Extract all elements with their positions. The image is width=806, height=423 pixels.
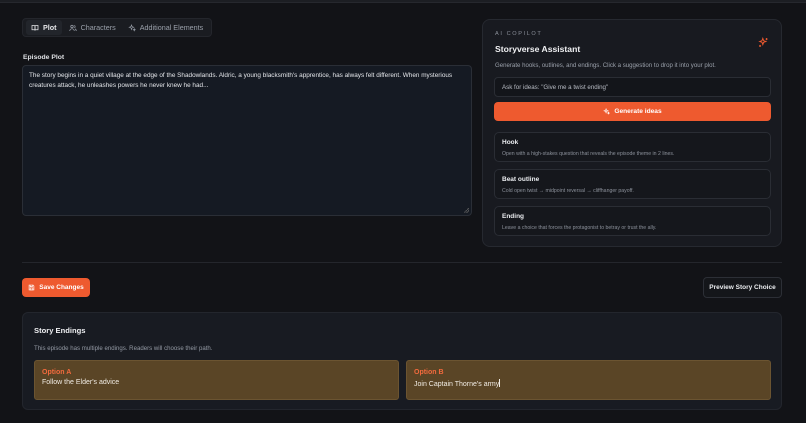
story-endings-description: This episode has multiple endings. Reade… (34, 345, 213, 352)
generate-ideas-button[interactable]: Generate ideas (494, 102, 771, 121)
sparkles-icon (603, 108, 611, 115)
save-changes-label: Save Changes (39, 284, 84, 291)
ending-option-a[interactable]: Option A Follow the Elder's advice (34, 360, 399, 400)
tab-plot[interactable]: Plot (26, 20, 62, 35)
option-label: Option B (414, 369, 444, 376)
suggestion-hook[interactable]: Hook Open with a high-stakes question th… (494, 132, 771, 162)
book-icon (31, 24, 39, 31)
tab-additional-elements[interactable]: Additional Elements (123, 20, 209, 35)
story-endings-title: Story Endings (34, 326, 86, 335)
section-divider (22, 262, 782, 263)
text-cursor (499, 379, 501, 387)
save-changes-button[interactable]: Save Changes (22, 278, 90, 297)
suggestion-title: Hook (502, 139, 519, 146)
preview-story-choice-button[interactable]: Preview Story Choice (703, 277, 782, 298)
option-value-input[interactable]: Join Captain Thorne's army (414, 379, 763, 388)
episode-plot-label: Episode Plot (23, 54, 65, 61)
tab-additional-elements-label: Additional Elements (139, 23, 204, 32)
suggestion-title: Ending (502, 213, 525, 220)
suggestion-description: Leave a choice that forces the protagoni… (502, 225, 657, 231)
users-icon (68, 24, 77, 31)
generate-ideas-label: Generate ideas (614, 108, 662, 115)
copilot-description: Generate hooks, outlines, and endings. C… (495, 62, 716, 69)
preview-story-choice-label: Preview Story Choice (709, 284, 776, 291)
suggestion-description: Open with a high-stakes question that re… (502, 151, 675, 157)
top-bar (0, 0, 806, 3)
story-endings-panel: Story Endings This episode has multiple … (22, 312, 782, 410)
tab-characters[interactable]: Characters (64, 20, 121, 35)
copilot-panel: AI COPILOT Storyverse Assistant Generate… (482, 19, 782, 247)
resize-handle-icon[interactable] (464, 208, 469, 213)
option-value: Join Captain Thorne's army (414, 381, 500, 388)
option-value: Follow the Elder's advice (42, 379, 120, 386)
copilot-title: Storyverse Assistant (495, 44, 581, 54)
ending-option-b[interactable]: Option B Join Captain Thorne's army (406, 360, 771, 400)
copilot-prompt-placeholder: Ask for ideas: "Give me a twist ending" (502, 83, 609, 91)
suggestion-description: Cold open twist → midpoint reversal → cl… (502, 188, 634, 194)
episode-plot-text: The story begins in a quiet village at t… (29, 72, 453, 89)
copilot-prompt-input[interactable]: Ask for ideas: "Give me a twist ending" (494, 77, 771, 97)
copilot-eyebrow: AI COPILOT (495, 31, 543, 37)
tab-plot-label: Plot (43, 23, 57, 32)
tab-characters-label: Characters (80, 23, 116, 32)
suggestion-ending[interactable]: Ending Leave a choice that forces the pr… (494, 206, 771, 236)
tab-bar: Plot Characters Additional Elements (22, 18, 213, 37)
suggestion-beat-outline[interactable]: Beat outline Cold open twist → midpoint … (494, 169, 771, 199)
save-icon (29, 284, 35, 291)
episode-plot-textarea[interactable]: The story begins in a quiet village at t… (22, 65, 472, 216)
suggestion-title: Beat outline (502, 176, 540, 183)
sparkles-icon (758, 37, 768, 47)
option-label: Option A (42, 369, 72, 376)
sparkles-icon (128, 23, 136, 32)
